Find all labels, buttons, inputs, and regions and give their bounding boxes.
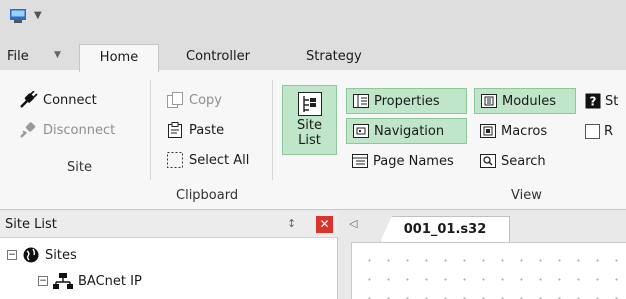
connect-label: Connect (43, 92, 97, 108)
paste-button[interactable]: Paste (166, 121, 224, 139)
site-list-icon (298, 92, 322, 116)
macros-icon (480, 124, 496, 138)
tree-item-sites[interactable]: − Sites (7, 246, 77, 264)
tree-item-label: Sites (45, 247, 77, 263)
checkbox[interactable] (585, 123, 600, 139)
app-icon (10, 9, 26, 23)
copy-label: Copy (189, 92, 222, 108)
group-label-clipboard: Clipboard (176, 188, 239, 203)
unplug-icon (20, 122, 36, 138)
macros-button[interactable]: Macros (474, 118, 552, 144)
quick-access-dropdown-icon[interactable]: ▼ (34, 10, 42, 21)
select-all-button[interactable]: Select All (166, 151, 249, 169)
site-list-panel: Site List ↕ ✕ − Sites − BACnet IP (0, 212, 338, 299)
strategy-canvas[interactable] (351, 242, 626, 299)
page-names-button[interactable]: Page Names (346, 148, 459, 174)
file-menu[interactable]: File (7, 49, 29, 64)
properties-button[interactable]: Properties (346, 88, 467, 114)
help-button-partial[interactable]: ? St (580, 88, 623, 114)
site-list-panel-header: Site List ↕ ✕ (0, 212, 338, 238)
tab-home[interactable]: Home (79, 44, 159, 72)
network-icon (53, 273, 73, 289)
modules-icon (481, 94, 497, 108)
paste-icon (168, 122, 182, 138)
title-bar: ▼ (0, 0, 626, 38)
svg-text:?: ? (590, 95, 597, 109)
tab-scroll-left-icon[interactable]: ◁ (349, 217, 357, 230)
pin-icon[interactable]: ↕ (287, 217, 296, 230)
connect-button[interactable]: Connect (18, 91, 97, 109)
site-list-label-line2: List (298, 133, 321, 148)
modules-label: Modules (502, 93, 557, 109)
r-checkbox-partial[interactable]: R (580, 118, 618, 144)
search-button[interactable]: Search (474, 148, 551, 174)
copy-icon (167, 92, 183, 108)
modules-button[interactable]: Modules (474, 88, 576, 114)
ribbon-tab-row: File ▼ Home Controller Strategy (0, 38, 626, 72)
disconnect-label: Disconnect (43, 122, 116, 138)
select-all-label: Select All (189, 152, 250, 168)
close-panel-button[interactable]: ✕ (316, 216, 333, 233)
group-label-view: View (511, 188, 542, 203)
collapse-icon[interactable]: − (7, 250, 17, 260)
plug-icon (20, 91, 38, 108)
r-partial-label: R (604, 123, 614, 139)
search-icon (480, 154, 496, 168)
st-partial-label: St (605, 93, 619, 109)
tab-controller[interactable]: Controller (186, 49, 250, 64)
group-separator (150, 80, 151, 180)
ribbon-home: Connect Disconnect Site Copy Paste Selec… (0, 70, 626, 210)
tab-strategy[interactable]: Strategy (306, 49, 362, 64)
page-names-icon (352, 154, 368, 168)
navigation-button[interactable]: Navigation (346, 118, 467, 144)
copy-button[interactable]: Copy (166, 91, 222, 109)
document-tab[interactable]: 001_01.s32 (380, 216, 510, 242)
group-label-site: Site (67, 160, 92, 175)
globe-icon (23, 247, 39, 263)
collapse-icon[interactable]: − (38, 276, 48, 286)
site-list-panel-title: Site List (5, 217, 57, 232)
page-names-label: Page Names (373, 153, 454, 169)
file-menu-caret-icon[interactable]: ▼ (54, 50, 61, 60)
help-icon: ? (585, 93, 601, 109)
disconnect-button[interactable]: Disconnect (18, 121, 115, 139)
navigation-icon (353, 124, 369, 138)
site-list-label-line1: Site (297, 118, 322, 133)
tree-item-bacnet-ip[interactable]: − BACnet IP (38, 272, 142, 290)
search-label: Search (501, 153, 546, 169)
properties-icon (353, 94, 369, 108)
group-separator (272, 80, 273, 180)
navigation-label: Navigation (374, 123, 445, 139)
properties-label: Properties (374, 93, 440, 109)
tree-item-label: BACnet IP (78, 273, 142, 289)
macros-label: Macros (501, 123, 548, 139)
select-all-icon (167, 152, 183, 168)
site-list-button[interactable]: Site List (282, 85, 337, 155)
paste-label: Paste (189, 122, 225, 138)
document-area: ◁ 001_01.s32 (339, 212, 626, 299)
